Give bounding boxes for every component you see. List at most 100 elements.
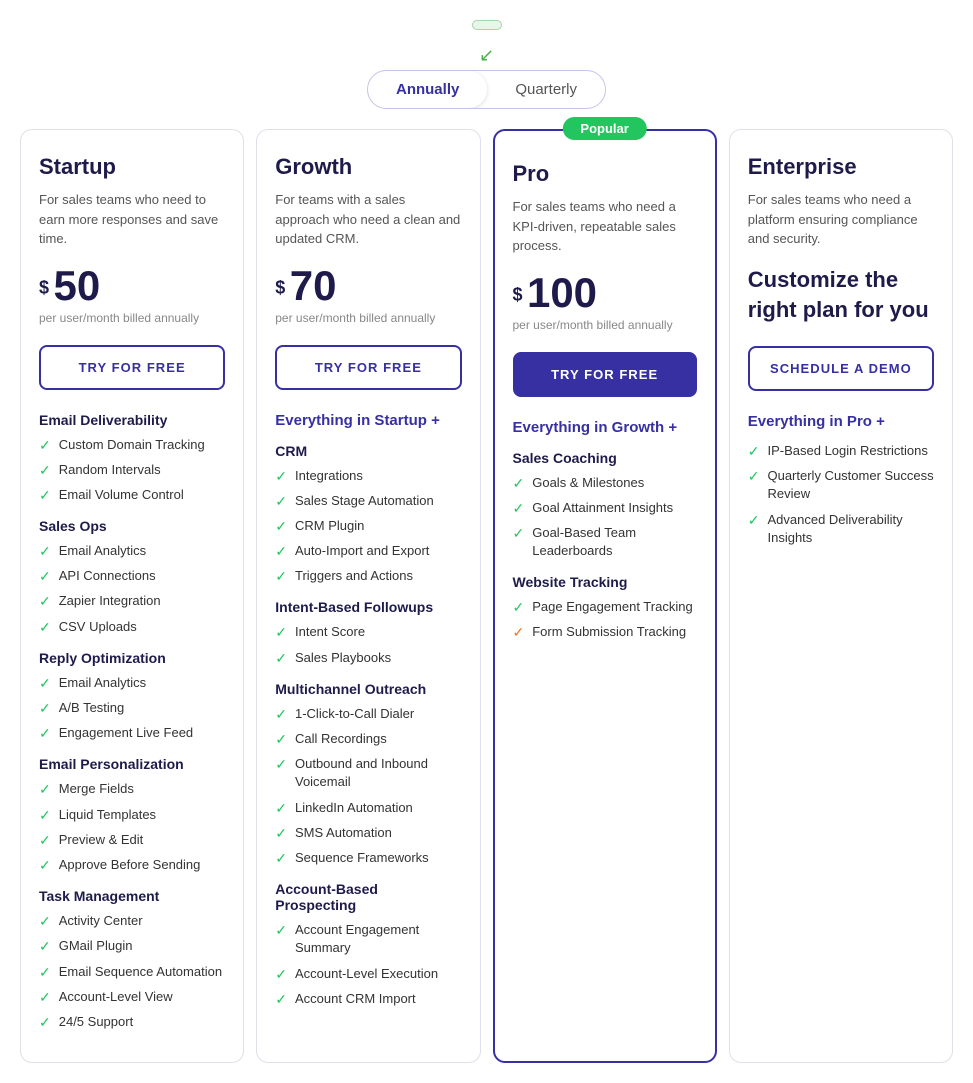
feature-item: ✓ Merge Fields (39, 780, 225, 798)
feature-text: Sales Playbooks (295, 649, 391, 667)
feature-text: Random Intervals (59, 461, 161, 479)
feature-item: ✓ Integrations (275, 467, 461, 485)
check-icon: ✓ (39, 857, 51, 874)
feature-item: ✓ Intent Score (275, 623, 461, 641)
feature-group-title-growth-3: Account-Based Prospecting (275, 881, 461, 913)
check-icon: ✓ (39, 675, 51, 692)
feature-item: ✓ Liquid Templates (39, 806, 225, 824)
feature-text: Sequence Frameworks (295, 849, 429, 867)
check-icon: ✓ (39, 913, 51, 930)
feature-text: Call Recordings (295, 730, 387, 748)
features-pro: Everything in Growth +Sales Coaching ✓ G… (513, 419, 697, 642)
feature-group-title-startup-3: Email Personalization (39, 756, 225, 772)
feature-text: Auto-Import and Export (295, 542, 429, 560)
check-icon: ✓ (275, 966, 287, 983)
billing-toggle: Annually Quarterly (367, 70, 606, 109)
feature-item: ✓ Approve Before Sending (39, 856, 225, 874)
check-icon: ✓ (275, 850, 287, 867)
plans-container: Startup For sales teams who need to earn … (20, 129, 953, 1063)
feature-group-title-startup-4: Task Management (39, 888, 225, 904)
feature-text: Triggers and Actions (295, 567, 413, 585)
feature-item: ✓ 24/5 Support (39, 1013, 225, 1031)
feature-group-title-pro-0: Sales Coaching (513, 450, 697, 466)
feature-item: ✓ IP-Based Login Restrictions (748, 442, 934, 460)
feature-text: Zapier Integration (59, 592, 161, 610)
feature-text: Custom Domain Tracking (59, 436, 205, 454)
btn-startup[interactable]: TRY FOR FREE (39, 345, 225, 390)
feature-item: ✓ Account Engagement Summary (275, 921, 461, 957)
plan-name-enterprise: Enterprise (748, 154, 934, 180)
plan-price-startup: $ 50 (39, 265, 225, 307)
feature-text: LinkedIn Automation (295, 799, 413, 817)
check-icon: ✓ (39, 989, 51, 1006)
plan-card-pro: PopularProFor sales teams who need a KPI… (493, 129, 717, 1063)
feature-group-title-pro-1: Website Tracking (513, 574, 697, 590)
feature-item: ✓ Email Analytics (39, 674, 225, 692)
plan-name-growth: Growth (275, 154, 461, 180)
btn-growth[interactable]: TRY FOR FREE (275, 345, 461, 390)
check-icon: ✓ (39, 619, 51, 636)
plan-billing-pro: per user/month billed annually (513, 318, 697, 332)
feature-text: SMS Automation (295, 824, 392, 842)
check-icon: ✓ (513, 599, 525, 616)
check-icon: ✓ (39, 593, 51, 610)
feature-item: ✓ Page Engagement Tracking (513, 598, 697, 616)
plan-desc-enterprise: For sales teams who need a platform ensu… (748, 190, 934, 249)
plan-billing-growth: per user/month billed annually (275, 311, 461, 325)
plan-card-growth: Growth For teams with a sales approach wh… (256, 129, 480, 1063)
check-icon: ✓ (39, 568, 51, 585)
feature-text: Account-Level Execution (295, 965, 438, 983)
feature-item: ✓ GMail Plugin (39, 937, 225, 955)
feature-text: Page Engagement Tracking (532, 598, 692, 616)
feature-item: ✓ Preview & Edit (39, 831, 225, 849)
plan-desc-startup: For sales teams who need to earn more re… (39, 190, 225, 249)
plan-desc-growth: For teams with a sales approach who need… (275, 190, 461, 249)
check-icon: ✓ (275, 624, 287, 641)
feature-item: ✓ Call Recordings (275, 730, 461, 748)
check-icon: ✓ (39, 938, 51, 955)
feature-item: ✓ 1-Click-to-Call Dialer (275, 705, 461, 723)
feature-item: ✓ Form Submission Tracking (513, 623, 697, 641)
billing-quarterly-button[interactable]: Quarterly (487, 71, 605, 108)
feature-text: Goal-Based Team Leaderboards (532, 524, 697, 560)
feature-group-title-startup-1: Sales Ops (39, 518, 225, 534)
check-icon: ✓ (275, 650, 287, 667)
feature-item: ✓ Email Volume Control (39, 486, 225, 504)
save-badge (472, 20, 502, 30)
feature-text: API Connections (59, 567, 156, 585)
check-icon: ✓ (275, 731, 287, 748)
check-icon: ✓ (39, 543, 51, 560)
feature-item: ✓ Account-Level View (39, 988, 225, 1006)
feature-item: ✓ Advanced Deliverability Insights (748, 511, 934, 547)
feature-text: Email Volume Control (59, 486, 184, 504)
btn-enterprise[interactable]: SCHEDULE A DEMO (748, 346, 934, 391)
feature-text: Activity Center (59, 912, 143, 930)
top-section: ↙ Annually Quarterly (20, 20, 953, 109)
feature-item: ✓ Custom Domain Tracking (39, 436, 225, 454)
check-icon: ✓ (39, 462, 51, 479)
feature-text: Advanced Deliverability Insights (767, 511, 934, 547)
feature-text: Email Analytics (59, 674, 146, 692)
check-icon: ✓ (39, 700, 51, 717)
features-startup: Email Deliverability ✓ Custom Domain Tra… (39, 412, 225, 1032)
feature-item: ✓ LinkedIn Automation (275, 799, 461, 817)
everything-label-growth: Everything in Startup + (275, 412, 461, 429)
plan-card-enterprise: Enterprise For sales teams who need a pla… (729, 129, 953, 1063)
feature-text: Account Engagement Summary (295, 921, 462, 957)
feature-item: ✓ Email Sequence Automation (39, 963, 225, 981)
btn-pro[interactable]: TRY FOR FREE (513, 352, 697, 397)
plan-price-pro: $ 100 (513, 272, 697, 314)
popular-badge: Popular (562, 117, 646, 140)
check-icon: ✓ (748, 468, 760, 485)
feature-text: IP-Based Login Restrictions (767, 442, 927, 460)
feature-group-title-startup-0: Email Deliverability (39, 412, 225, 428)
feature-text: Email Sequence Automation (59, 963, 222, 981)
plan-name-startup: Startup (39, 154, 225, 180)
billing-annually-button[interactable]: Annually (368, 71, 487, 108)
check-icon: ✓ (39, 964, 51, 981)
everything-label-enterprise: Everything in Pro + (748, 413, 934, 430)
check-icon: ✓ (513, 475, 525, 492)
plan-card-startup: Startup For sales teams who need to earn … (20, 129, 244, 1063)
check-icon: ✓ (275, 922, 287, 939)
feature-item: ✓ Auto-Import and Export (275, 542, 461, 560)
